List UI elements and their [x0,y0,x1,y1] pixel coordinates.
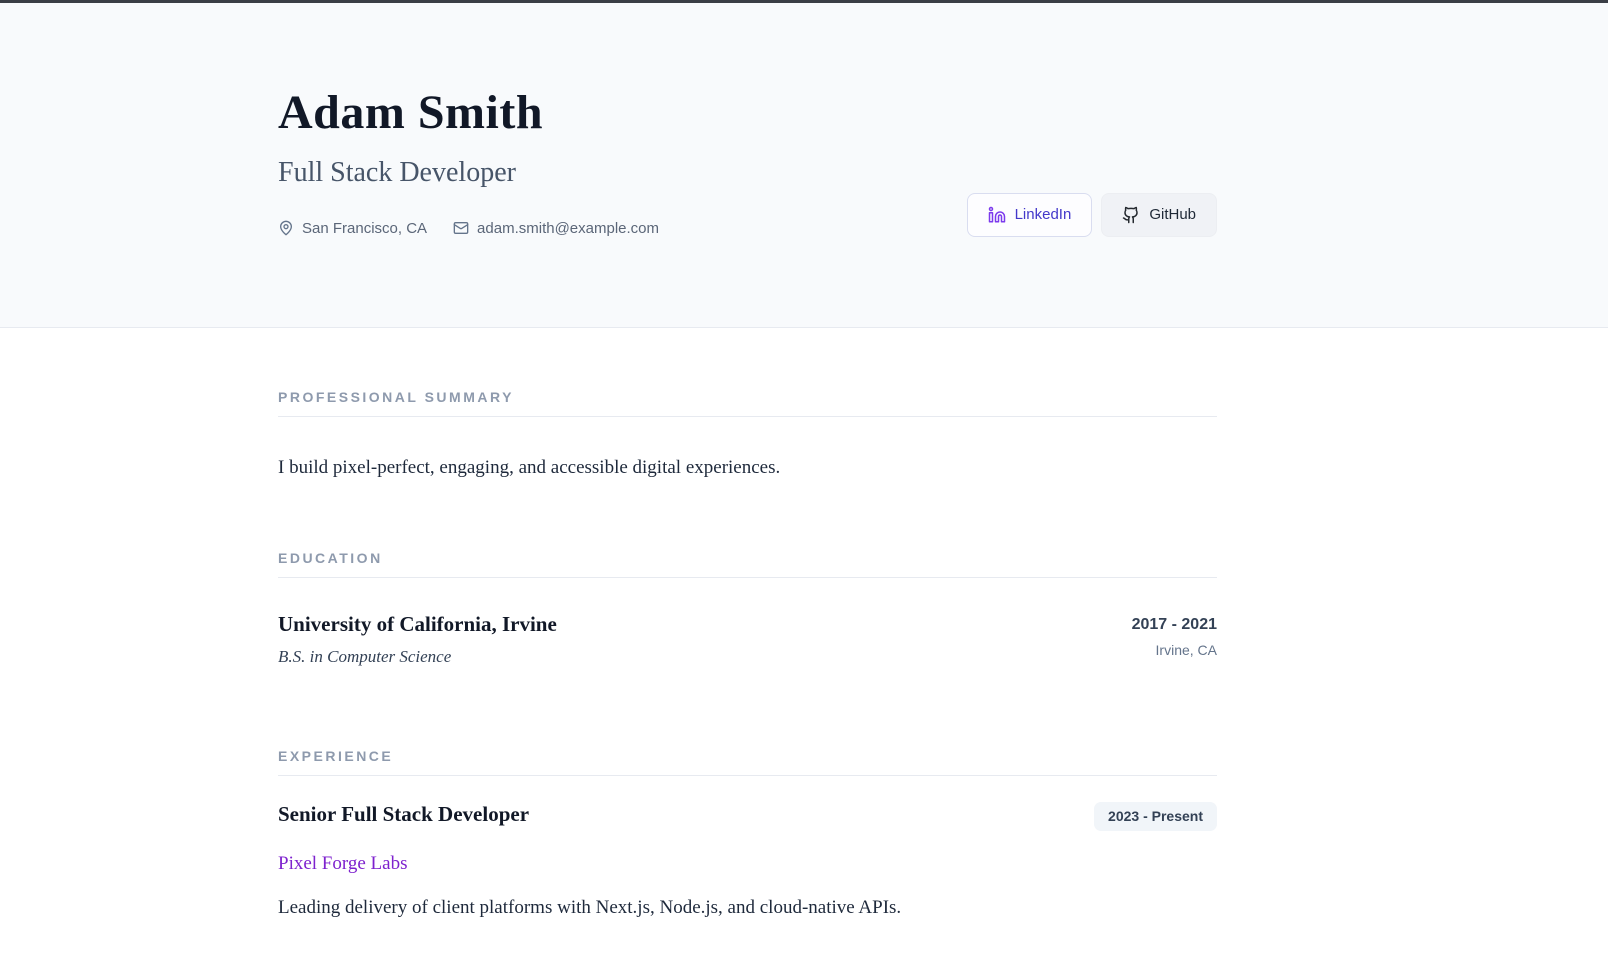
location-text: San Francisco, CA [302,220,427,237]
section-education: EDUCATION University of California, Irvi… [278,551,1217,668]
email-text: adam.smith@example.com [477,220,659,237]
email-item: adam.smith@example.com [453,220,659,237]
resume-header: Adam Smith Full Stack Developer San Fran… [0,3,1608,328]
education-location: Irvine, CA [1132,642,1217,659]
experience-entry: Senior Full Stack Developer 2023 - Prese… [278,802,1217,831]
mail-icon [453,220,469,236]
resume-body: PROFESSIONAL SUMMARY I build pixel-perfe… [0,328,1608,922]
school-name: University of California, Irvine [278,612,557,637]
role-title: Senior Full Stack Developer [278,802,529,827]
education-entry: University of California, Irvine B.S. in… [278,612,1217,668]
github-icon [1122,206,1140,224]
experience-heading: EXPERIENCE [278,749,1217,776]
education-heading: EDUCATION [278,551,1217,578]
social-buttons: LinkedIn GitHub [967,193,1217,237]
summary-heading: PROFESSIONAL SUMMARY [278,390,1217,417]
header-identity: Adam Smith Full Stack Developer San Fran… [278,85,659,237]
degree: B.S. in Computer Science [278,647,557,667]
section-experience: EXPERIENCE Senior Full Stack Developer 2… [278,749,1217,923]
summary-text: I build pixel-perfect, engaging, and acc… [278,455,1217,482]
job-title: Full Stack Developer [278,156,659,190]
linkedin-button-label: LinkedIn [1015,206,1072,223]
education-dates: 2017 - 2021 [1132,614,1217,635]
github-button-label: GitHub [1149,206,1196,223]
map-pin-icon [278,220,294,236]
section-professional-summary: PROFESSIONAL SUMMARY I build pixel-perfe… [278,390,1217,482]
linkedin-icon [988,206,1006,224]
linkedin-button[interactable]: LinkedIn [967,193,1093,237]
github-button[interactable]: GitHub [1101,193,1217,237]
page-title: Adam Smith [278,85,659,140]
experience-dates-badge: 2023 - Present [1094,802,1217,831]
location-item: San Francisco, CA [278,220,427,237]
company-link[interactable]: Pixel Forge Labs [278,853,407,876]
contact-row: San Francisco, CA adam.smith@example.com [278,220,659,237]
experience-description: Leading delivery of client platforms wit… [278,895,1217,922]
